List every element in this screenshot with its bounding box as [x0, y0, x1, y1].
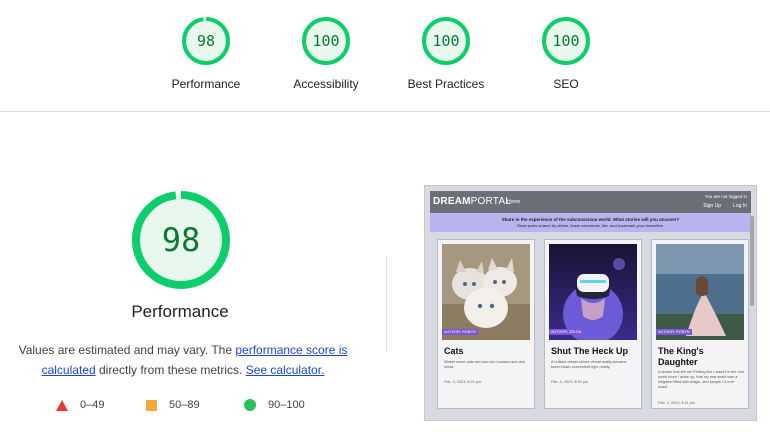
category-summary: 98 Performance 100 Accessibility 100 Bes…	[0, 0, 770, 112]
score-value: 98	[196, 32, 216, 50]
score-value: 100	[552, 32, 580, 50]
triangle-icon	[56, 399, 68, 411]
gauge-best-practices[interactable]: 100 Best Practices	[391, 16, 501, 91]
preview-card-title: Cats	[444, 346, 464, 356]
preview-banner: Share in the experience of the subconsci…	[430, 213, 751, 232]
preview-card-date: Feb. 4, 2023, 8:22 pm	[444, 380, 482, 384]
preview-user-status: You are not logged in	[704, 194, 747, 199]
preview-banner-line1: Share in the experience of the subconsci…	[501, 217, 680, 222]
vr-headset-image	[549, 244, 637, 340]
legend-fail-range: 0–49	[80, 399, 105, 411]
preview-author-tag: AUTHOR: ROBYN	[442, 329, 478, 335]
gauge-ring: 100	[421, 16, 471, 66]
preview-banner-line2: Read posts shared by others, leave comme…	[517, 223, 664, 228]
preview-card-body: A dream that left me Feeling like I wasn…	[658, 370, 744, 389]
score-description: Values are estimated and may vary. The p…	[10, 340, 356, 380]
preview-login: Log In	[733, 203, 747, 209]
category-label: Accessibility	[293, 77, 359, 91]
preview-card-date: Feb. 4, 2023, 8:52 pm	[551, 380, 589, 384]
divider	[386, 256, 387, 352]
final-screenshot-preview[interactable]: DREAMPORTAL Home You are not logged in S…	[424, 185, 757, 421]
description-text: Values are estimated and may vary. The	[18, 343, 236, 357]
preview-card: AUTHOR: ROBYN The King's Daughter A drea…	[651, 239, 749, 409]
preview-logo: DREAMPORTAL	[433, 196, 511, 207]
score-value: 100	[432, 32, 460, 50]
legend-pass: 90–100	[244, 399, 305, 411]
preview-navbar: DREAMPORTAL Home You are not logged in S…	[430, 191, 751, 213]
princess-image	[656, 244, 744, 340]
legend-pass-range: 90–100	[268, 399, 305, 411]
performance-gauge-large: 98 Performance	[0, 190, 360, 322]
gauge-seo[interactable]: 100 SEO	[511, 16, 621, 91]
legend-average: 50–89	[146, 399, 200, 411]
gauge-ring: 100	[541, 16, 591, 66]
square-icon	[146, 399, 157, 411]
preview-card-title: The King's Daughter	[658, 346, 704, 367]
preview-card: AUTHOR: ZELDA Shut The Heck Up A brillia…	[544, 239, 642, 409]
circle-icon	[244, 399, 256, 411]
description-text-2: directly from these metrics.	[95, 363, 246, 377]
preview-author-tag: AUTHOR: ROBYN	[656, 329, 692, 335]
category-label: Performance	[171, 77, 241, 91]
legend-average-range: 50–89	[169, 399, 200, 411]
gauge-accessibility[interactable]: 100 Accessibility	[271, 16, 381, 91]
preview-scrollbar	[750, 216, 754, 306]
performance-score: 98	[161, 221, 201, 259]
score-value: 100	[312, 32, 340, 50]
preview-card: AUTHOR: ROBYN Cats Where some cats can t…	[437, 239, 535, 409]
gauge-ring: 98	[181, 16, 231, 66]
category-label: Best Practices	[407, 77, 485, 91]
preview-nav-home: Home	[507, 199, 521, 205]
gauge-ring: 100	[301, 16, 351, 66]
legend-fail: 0–49	[56, 399, 104, 411]
preview-card-title: Shut The Heck Up	[551, 346, 629, 356]
calculator-link[interactable]: See calculator.	[246, 363, 325, 377]
gauge-ring-large: 98	[131, 190, 231, 290]
gauge-performance[interactable]: 98 Performance	[151, 16, 261, 91]
preview-author-tag: AUTHOR: ZELDA	[549, 329, 584, 335]
preview-card-body: Where some cats can turn into humans and…	[444, 360, 526, 369]
performance-title: Performance	[131, 302, 229, 321]
preview-card-date: Feb. 4, 2023, 8:11 pm	[658, 401, 695, 405]
preview-signup: Sign Up	[703, 203, 721, 209]
cats-image	[442, 244, 530, 340]
preview-card-body: A brilliant dream where virtual reality …	[551, 360, 627, 369]
category-label: SEO	[553, 77, 579, 91]
